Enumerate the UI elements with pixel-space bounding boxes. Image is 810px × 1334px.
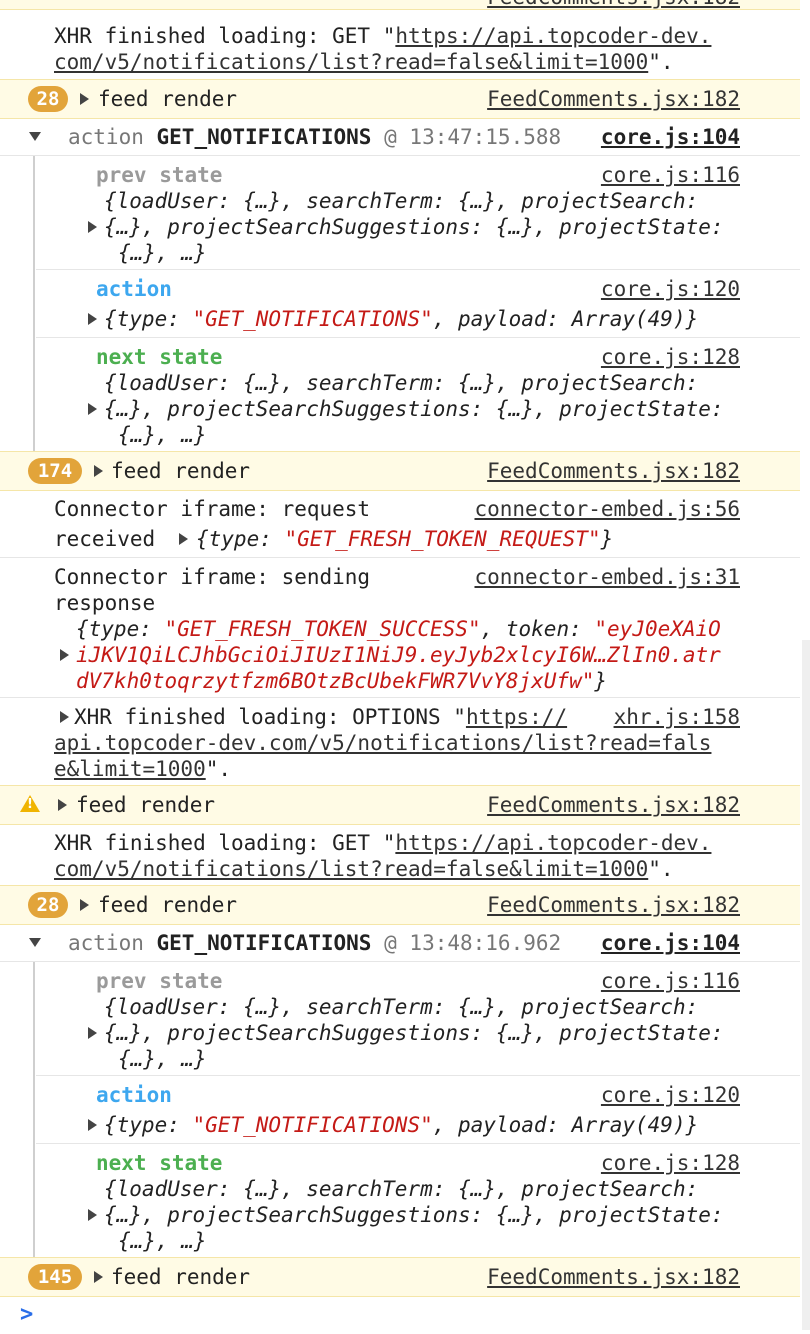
console-prompt-icon[interactable]: > <box>20 1302 33 1327</box>
expand-triangle-icon[interactable] <box>88 1209 97 1221</box>
request-url-link[interactable]: com/v5/notifications/list?read=false&lim… <box>54 50 648 74</box>
source-link[interactable]: core.js:128 <box>601 1150 740 1176</box>
connector-object[interactable]: {type: "GET_FRESH_TOKEN_REQUEST"} <box>196 526 613 552</box>
source-link[interactable]: connector-embed.js:31 <box>474 564 740 590</box>
scrollbar[interactable] <box>802 640 810 1330</box>
source-link[interactable]: core.js:104 <box>601 930 740 956</box>
request-url-link[interactable]: com/v5/notifications/list?read=false&lim… <box>54 857 648 881</box>
collapse-triangle-icon[interactable] <box>29 132 41 141</box>
state-object: {loadUser: {…}, searchTerm: {…}, project… <box>104 371 699 395</box>
connector-object[interactable]: {type: "GET_FRESH_TOKEN_SUCCESS", token:… <box>76 616 721 642</box>
feed-render-label[interactable]: feed render <box>98 86 237 112</box>
xhr-log-message-cont: com/v5/notifications/list?read=false&lim… <box>54 857 674 881</box>
expand-triangle-icon[interactable] <box>80 899 89 911</box>
collapse-triangle-icon[interactable] <box>29 938 41 947</box>
feed-render-label[interactable]: feed render <box>98 892 237 918</box>
state-object-cont: {…}, projectSearchSuggestions: {…}, proj… <box>104 397 724 421</box>
state-object-cont: {…}, …} <box>118 1229 207 1253</box>
source-link[interactable]: FeedComments.jsx:182 <box>487 1264 740 1290</box>
source-link[interactable]: connector-embed.js:56 <box>474 496 740 522</box>
state-object-cont: {…}, …} <box>118 241 207 265</box>
state-object-cont: {…}, …} <box>118 423 207 447</box>
feed-render-label[interactable]: feed render <box>111 1264 250 1290</box>
action-label: action <box>96 1083 172 1107</box>
state-object: {loadUser: {…}, searchTerm: {…}, project… <box>104 1177 699 1201</box>
expand-triangle-icon[interactable] <box>88 403 97 415</box>
source-link[interactable]: xhr.js:158 <box>614 704 740 730</box>
state-object-cont: {…}, projectSearchSuggestions: {…}, proj… <box>104 215 724 239</box>
xhr-log-message: XHR finished loading: OPTIONS "https:// <box>74 705 568 729</box>
prev-state-label: prev state <box>96 969 223 993</box>
expand-triangle-icon[interactable] <box>88 1119 97 1131</box>
state-object: {loadUser: {…}, searchTerm: {…}, project… <box>104 995 699 1019</box>
request-url-link[interactable]: https:// <box>466 705 567 729</box>
source-link[interactable]: core.js:120 <box>601 276 740 302</box>
next-state-label: next state <box>96 345 223 369</box>
next-state-label: next state <box>96 1151 223 1175</box>
connector-log-message: Connector iframe: sending <box>54 565 371 589</box>
action-group-header[interactable]: action GET_NOTIFICATIONS @ 13:48:16.962 <box>68 930 561 956</box>
request-url-link[interactable]: api.topcoder-dev.com/v5/notifications/li… <box>54 731 711 755</box>
repeat-count-badge: 28 <box>28 86 68 112</box>
connector-log-message: Connector iframe: request <box>54 497 371 521</box>
expand-triangle-icon[interactable] <box>60 711 69 723</box>
feed-render-label[interactable]: feed render <box>76 792 215 818</box>
source-link[interactable]: core.js:104 <box>601 124 740 150</box>
repeat-count-badge: 174 <box>28 458 82 484</box>
expand-triangle-icon[interactable] <box>60 649 69 661</box>
source-link[interactable]: core.js:120 <box>601 1082 740 1108</box>
group-indent-bar <box>33 156 35 452</box>
warning-icon <box>20 795 40 812</box>
request-url-link[interactable]: https://api.topcoder-dev. <box>395 831 711 855</box>
source-link[interactable]: core.js:116 <box>601 162 740 188</box>
source-link[interactable]: FeedComments.jsx:182 <box>487 0 740 10</box>
repeat-count-badge: 145 <box>28 1264 82 1290</box>
xhr-log-message-cont: api.topcoder-dev.com/v5/notifications/li… <box>54 730 711 756</box>
xhr-log-message-cont: com/v5/notifications/list?read=false&lim… <box>54 50 674 74</box>
source-link[interactable]: FeedComments.jsx:182 <box>487 792 740 818</box>
action-group-header[interactable]: action GET_NOTIFICATIONS @ 13:47:15.588 <box>68 124 561 150</box>
xhr-log-message: XHR finished loading: GET "https://api.t… <box>54 831 712 855</box>
action-object[interactable]: {type: "GET_NOTIFICATIONS", payload: Arr… <box>104 1112 698 1138</box>
connector-log-message-cont: received <box>54 527 156 551</box>
connector-object-cont: dV7kh0toqrzytfzm6BOtzBcUbekFWR7VvY8jxUfw… <box>76 669 608 693</box>
source-link[interactable]: FeedComments.jsx:182 <box>487 892 740 918</box>
repeat-count-badge: 28 <box>28 892 68 918</box>
xhr-log-message-cont: e&limit=1000". <box>54 757 232 781</box>
source-link[interactable]: FeedComments.jsx:182 <box>487 86 740 112</box>
state-object-cont: {…}, …} <box>118 1047 207 1071</box>
expand-triangle-icon[interactable] <box>88 221 97 233</box>
expand-triangle-icon[interactable] <box>179 533 188 545</box>
expand-triangle-icon[interactable] <box>94 1271 103 1283</box>
request-url-link[interactable]: e&limit=1000 <box>54 757 206 781</box>
xhr-log-message: XHR finished loading: GET "https://api.t… <box>54 24 712 48</box>
connector-object-cont: iJKV1QiLCJhbGciOiJIUzI1NiJ9.eyJyb2xlcyI6… <box>76 643 721 667</box>
action-label: action <box>96 277 172 301</box>
connector-log-message-cont: response <box>54 591 156 615</box>
expand-triangle-icon[interactable] <box>88 1027 97 1039</box>
expand-triangle-icon[interactable] <box>80 93 89 105</box>
expand-triangle-icon[interactable] <box>58 799 67 811</box>
source-link[interactable]: FeedComments.jsx:182 <box>487 458 740 484</box>
expand-triangle-icon[interactable] <box>88 313 97 325</box>
source-link[interactable]: core.js:116 <box>601 968 740 994</box>
prev-state-label: prev state <box>96 163 223 187</box>
source-link[interactable]: core.js:128 <box>601 344 740 370</box>
state-object-cont: {…}, projectSearchSuggestions: {…}, proj… <box>104 1203 724 1227</box>
request-url-link[interactable]: https://api.topcoder-dev. <box>395 24 711 48</box>
state-object: {loadUser: {…}, searchTerm: {…}, project… <box>104 189 699 213</box>
state-object-cont: {…}, projectSearchSuggestions: {…}, proj… <box>104 1021 724 1045</box>
feed-render-label[interactable]: feed render <box>111 458 250 484</box>
action-object[interactable]: {type: "GET_NOTIFICATIONS", payload: Arr… <box>104 306 698 332</box>
group-indent-bar <box>33 962 35 1258</box>
expand-triangle-icon[interactable] <box>94 465 103 477</box>
